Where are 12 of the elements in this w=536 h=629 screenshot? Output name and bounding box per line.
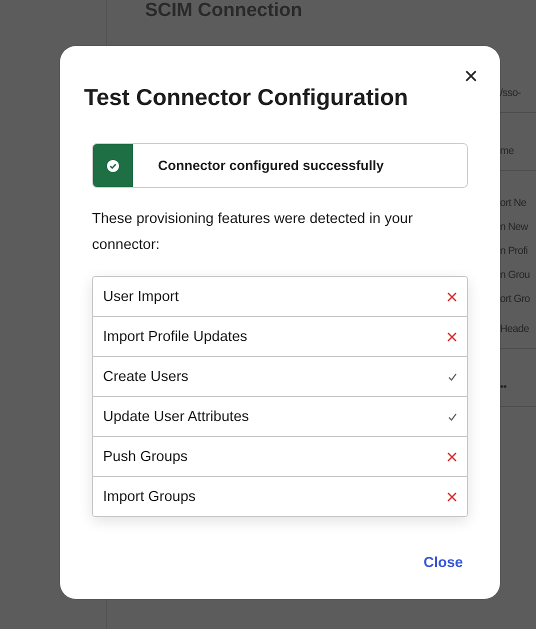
feature-label: Push Groups	[103, 448, 188, 464]
check-circle-icon	[107, 160, 119, 172]
feature-label: Update User Attributes	[103, 408, 249, 424]
close-button[interactable]: ×	[464, 65, 478, 89]
feature-label: User Import	[103, 288, 179, 304]
intro-text: These provisioning features were detected in your connector:	[92, 210, 414, 255]
banner-message: Connector configured successfully	[158, 158, 384, 173]
feature-label: Create Users	[103, 368, 188, 384]
feature-label: Import Groups	[103, 488, 196, 504]
dialog-title: Test Connector Configuration	[84, 84, 410, 111]
close-link[interactable]: Close	[424, 555, 463, 571]
feature-label: Import Profile Updates	[103, 328, 248, 344]
